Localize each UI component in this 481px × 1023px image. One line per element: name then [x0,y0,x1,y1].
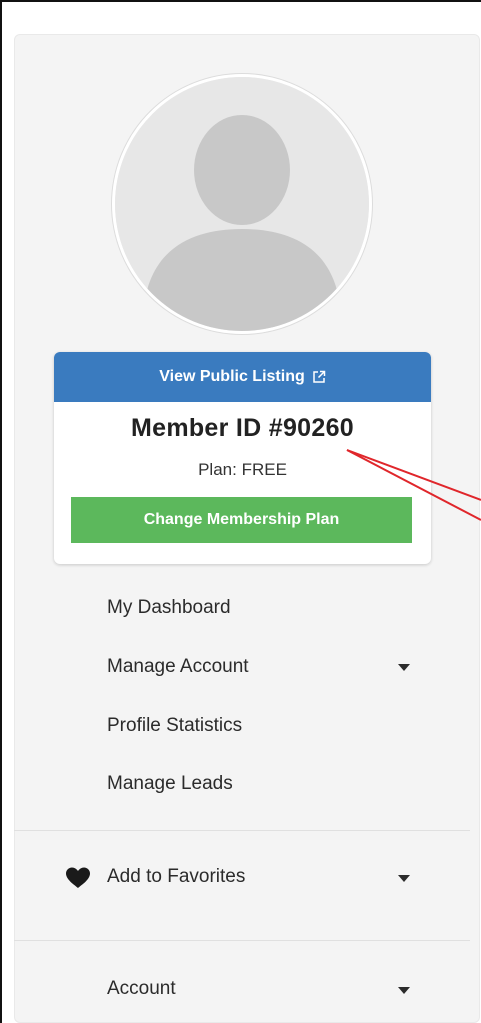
menu-item-my-dashboard[interactable]: My Dashboard [107,597,231,619]
menu-item-account[interactable]: Account [107,978,176,1000]
plan-label: Plan: FREE [198,460,287,479]
avatar [112,74,372,334]
user-silhouette-icon [115,77,369,331]
heart-icon [66,867,90,888]
menu-divider [14,940,470,941]
member-card: View Public Listing Member ID #90260 Pla… [54,352,431,564]
menu-item-profile-statistics[interactable]: Profile Statistics [107,715,242,737]
menu-divider [14,830,470,831]
caret-down-icon[interactable] [398,987,410,994]
add-to-favorites-button[interactable]: Add to Favorites [107,866,245,888]
external-link-icon [313,370,325,383]
caret-down-icon[interactable] [398,664,410,671]
caret-down-icon[interactable] [398,875,410,882]
view-public-listing-label: View Public Listing [159,368,305,385]
change-membership-plan-button[interactable]: Change Membership Plan [71,497,412,543]
member-id: Member ID #90260 [131,414,354,442]
menu-item-manage-leads[interactable]: Manage Leads [107,773,233,795]
menu-item-manage-account[interactable]: Manage Account [107,656,249,678]
view-public-listing-button[interactable]: View Public Listing [54,352,431,402]
